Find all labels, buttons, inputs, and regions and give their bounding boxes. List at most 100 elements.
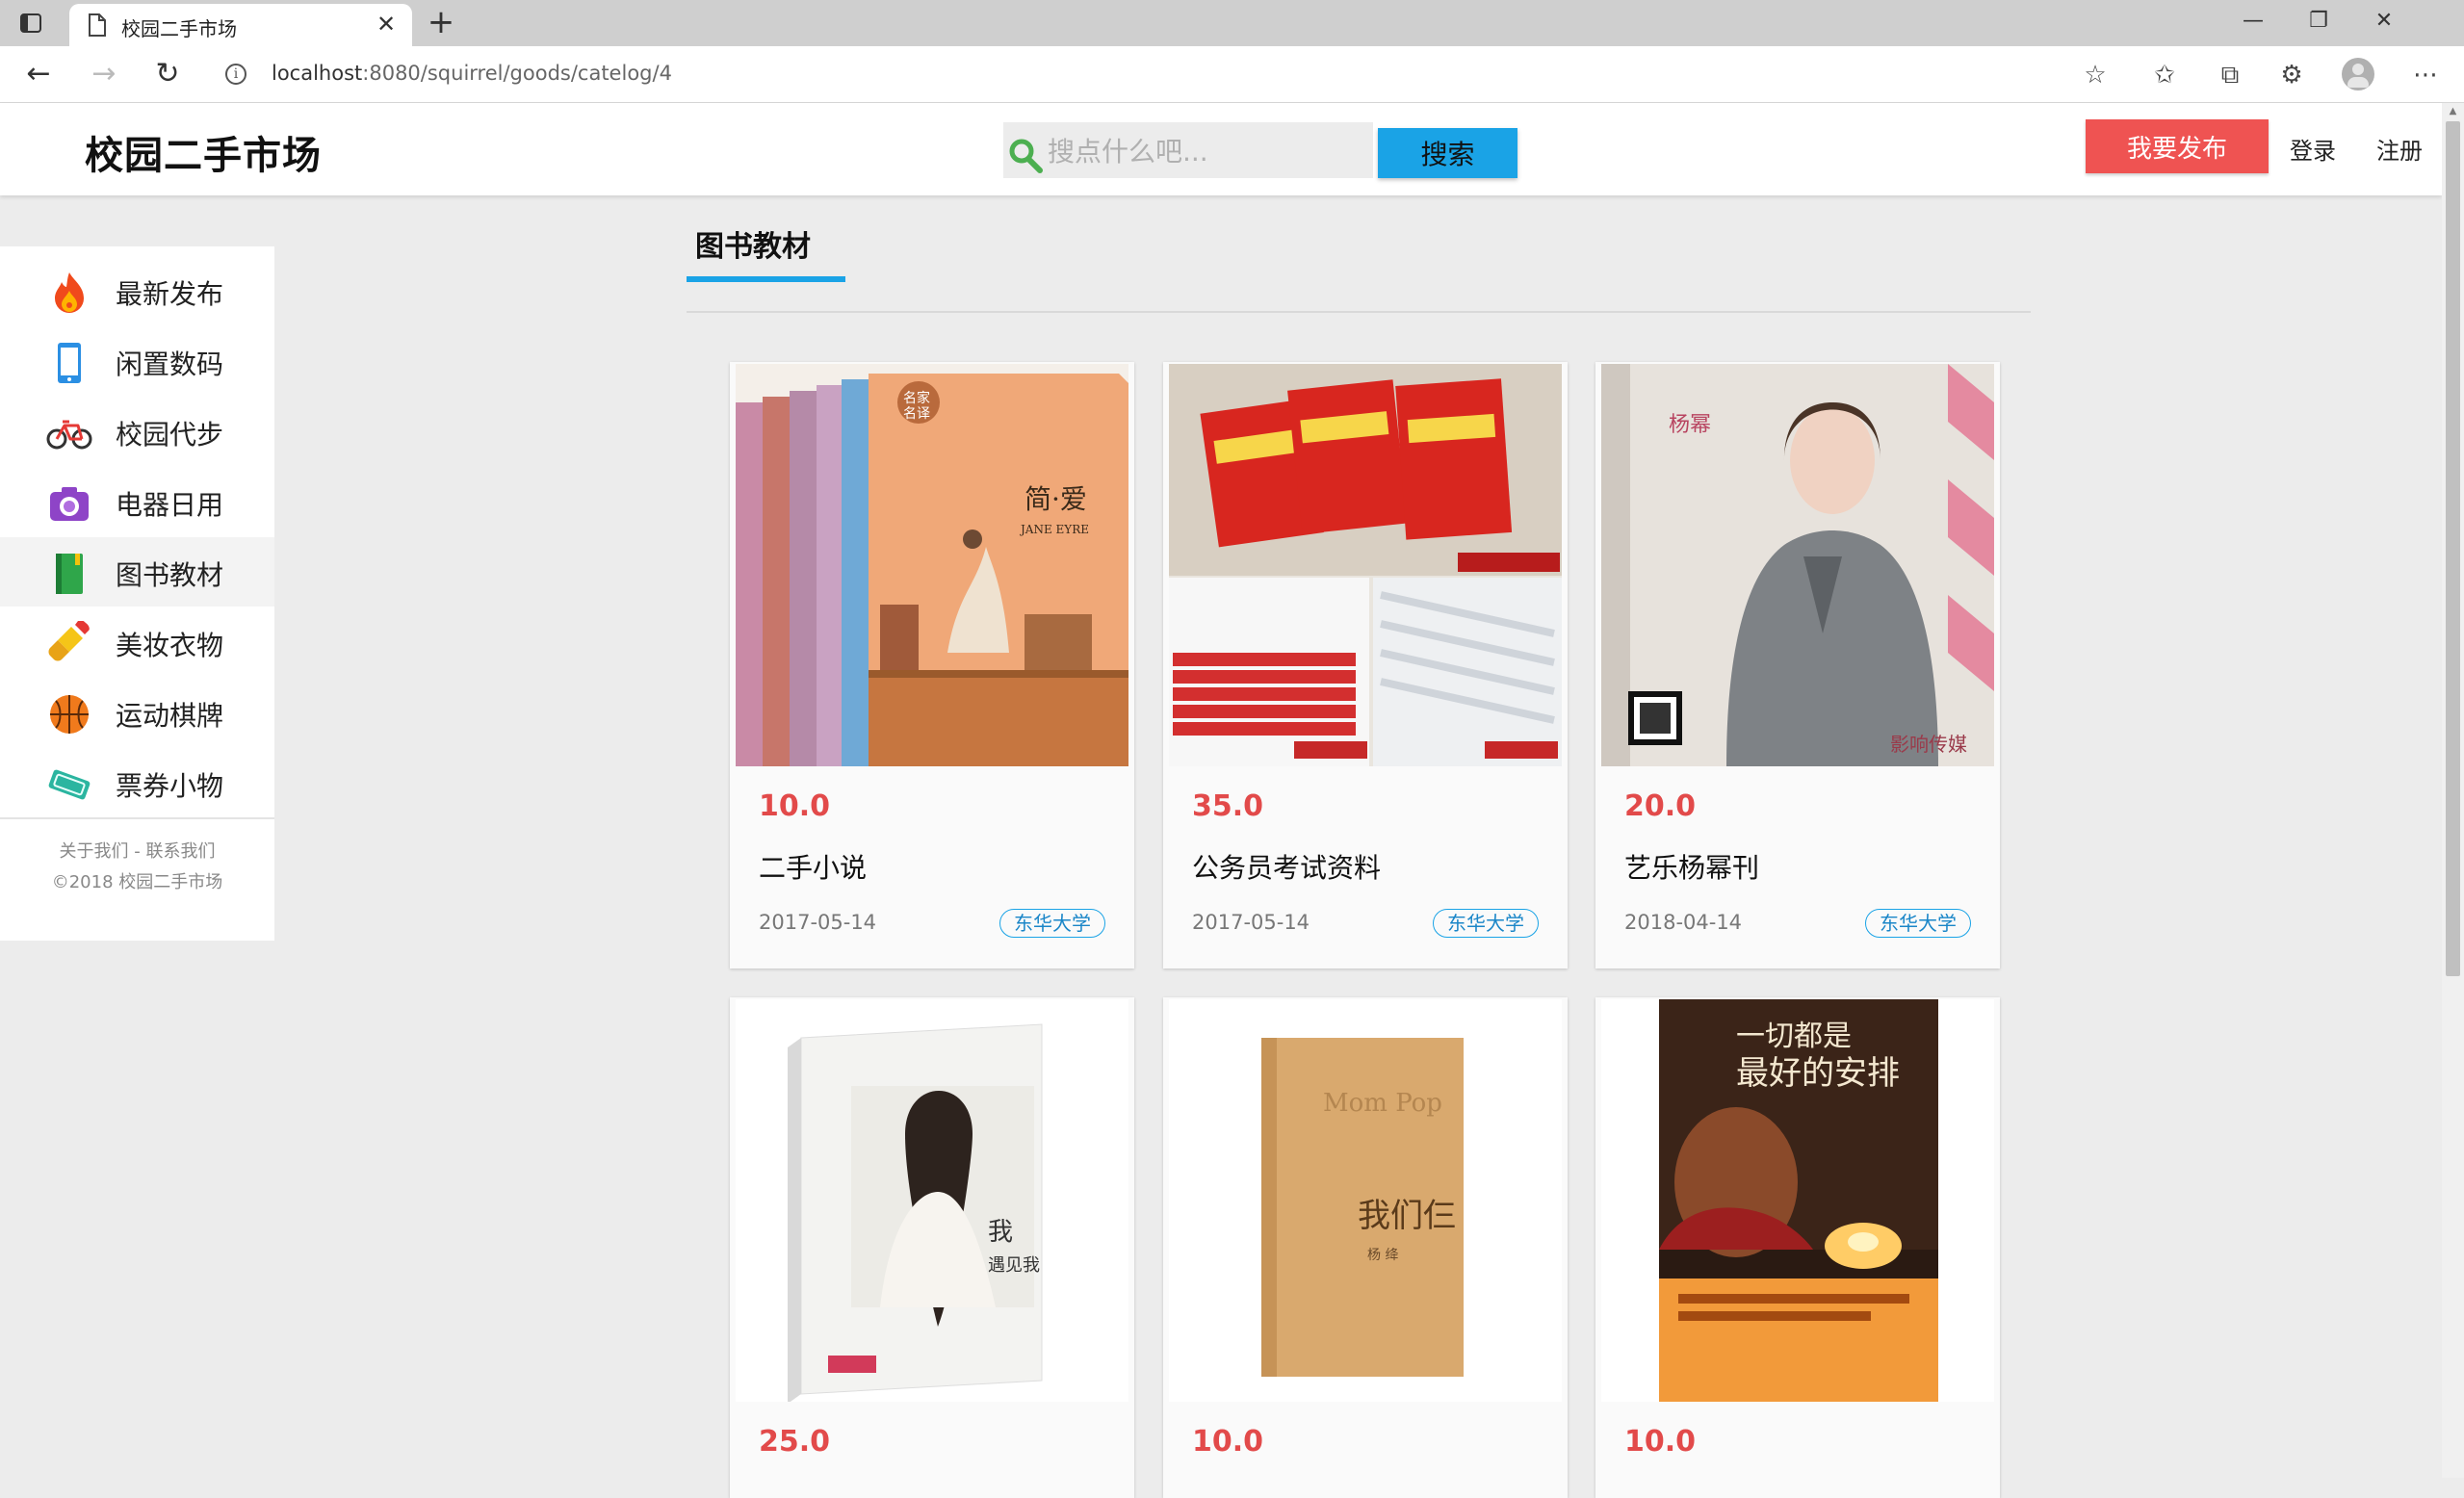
sidebar-item-digital[interactable]: 闲置数码 bbox=[0, 326, 274, 396]
sidebar-divider bbox=[0, 817, 274, 819]
divider bbox=[687, 311, 2031, 313]
goods-price: 10.0 bbox=[1624, 1425, 1697, 1459]
category-title: 图书教材 bbox=[695, 230, 811, 264]
svg-text:杨 绛: 杨 绛 bbox=[1367, 1248, 1398, 1263]
goods-card[interactable]: 一切都是 最好的安排 10.0 bbox=[1595, 997, 2000, 1498]
tab-title: 校园二手市场 bbox=[121, 17, 237, 40]
browser-tab[interactable]: 校园二手市场 ✕ bbox=[69, 4, 412, 46]
sidebar-item-tickets[interactable]: 票券小物 bbox=[0, 748, 274, 817]
product-image: Mom Pop 我们仨 杨 绛 bbox=[1169, 999, 1562, 1402]
goods-price: 20.0 bbox=[1624, 789, 1697, 823]
svg-text:最好的安排: 最好的安排 bbox=[1736, 1054, 1900, 1093]
search-icon bbox=[1009, 139, 1043, 173]
school-badge: 东华大学 bbox=[999, 909, 1105, 938]
scrollbar-thumb[interactable] bbox=[2446, 121, 2460, 976]
reload-icon[interactable]: ↻ bbox=[150, 58, 185, 92]
scroll-up-icon[interactable]: ▲ bbox=[2446, 106, 2460, 117]
svg-text:遇见我: 遇见我 bbox=[988, 1255, 1040, 1276]
sidebar-item-label: 票券小物 bbox=[116, 770, 224, 802]
address-bar[interactable]: i localhost:8080/squirrel/goods/catelog/… bbox=[210, 55, 2131, 93]
page-icon bbox=[89, 13, 106, 37]
site-info-icon[interactable]: i bbox=[225, 64, 246, 85]
goods-date: 2018-04-14 bbox=[1624, 911, 1743, 934]
collections-icon[interactable]: ⧉ bbox=[2215, 60, 2245, 90]
goods-card[interactable]: Mom Pop 我们仨 杨 绛 10.0 bbox=[1163, 997, 1568, 1498]
minimize-icon[interactable]: — bbox=[2220, 0, 2286, 42]
basketball-icon bbox=[50, 695, 89, 734]
sidebar-item-label: 美妆衣物 bbox=[116, 630, 224, 661]
sidebar-item-label: 运动棋牌 bbox=[116, 700, 224, 732]
goods-card[interactable]: 35.0 公务员考试资料 2017-05-14 东华大学 bbox=[1163, 362, 1568, 969]
browser-tabstrip: 校园二手市场 ✕ + — ❐ ✕ bbox=[0, 0, 2464, 46]
close-tab-icon[interactable]: ✕ bbox=[374, 12, 399, 37]
lipstick-icon bbox=[48, 621, 90, 661]
product-image: 杨幂 影响传媒 bbox=[1601, 364, 1994, 766]
product-image: 简·爱 JANE EYRE 名家 名译 bbox=[736, 364, 1128, 766]
sidebar-item-latest[interactable]: 最新发布 bbox=[0, 256, 274, 325]
search-button[interactable]: 搜索 bbox=[1378, 128, 1517, 178]
svg-text:JANE EYRE: JANE EYRE bbox=[1019, 523, 1089, 536]
svg-text:简·爱: 简·爱 bbox=[1025, 483, 1087, 515]
window-menu-icon[interactable] bbox=[19, 12, 42, 35]
about-contact-links[interactable]: 关于我们 - 联系我们 bbox=[0, 838, 274, 863]
goods-name[interactable]: 公务员考试资料 bbox=[1192, 847, 1381, 886]
svg-text:杨幂: 杨幂 bbox=[1669, 413, 1711, 437]
goods-price: 10.0 bbox=[759, 789, 831, 823]
svg-text:影响传媒: 影响传媒 bbox=[1890, 733, 1967, 756]
product-image bbox=[1169, 364, 1562, 766]
goods-date: 2017-05-14 bbox=[1192, 911, 1310, 934]
back-icon[interactable]: ← bbox=[21, 58, 56, 92]
sidebar-item-label: 闲置数码 bbox=[116, 349, 224, 380]
svg-text:我们仨: 我们仨 bbox=[1358, 1197, 1456, 1235]
goods-price: 25.0 bbox=[759, 1425, 831, 1459]
category-sidebar: 最新发布 闲置数码 校园代步 电器日用 图书教材 美妆衣物 运动棋牌 票券小物 … bbox=[0, 246, 274, 941]
new-tab-icon[interactable]: + bbox=[426, 6, 456, 39]
goods-name[interactable]: 二手小说 bbox=[759, 847, 867, 886]
profile-icon[interactable] bbox=[2342, 58, 2374, 90]
flame-icon bbox=[55, 272, 84, 313]
ticket-icon bbox=[48, 769, 91, 800]
svg-text:一切都是: 一切都是 bbox=[1736, 1020, 1852, 1053]
svg-text:Mom Pop: Mom Pop bbox=[1323, 1089, 1442, 1118]
sidebar-item-transport[interactable]: 校园代步 bbox=[0, 397, 274, 466]
goods-price: 35.0 bbox=[1192, 789, 1264, 823]
browser-toolbar: ← → ↻ i localhost:8080/squirrel/goods/ca… bbox=[0, 46, 2464, 103]
goods-card[interactable]: 我 遇见我 25.0 bbox=[730, 997, 1134, 1498]
product-image: 我 遇见我 bbox=[736, 999, 1128, 1402]
product-image: 一切都是 最好的安排 bbox=[1601, 999, 1994, 1402]
site-logo[interactable]: 校园二手市场 bbox=[85, 124, 322, 180]
add-favorite-icon[interactable]: ☆ bbox=[2080, 60, 2111, 90]
search-input[interactable] bbox=[1046, 122, 1367, 180]
sidebar-item-label: 最新发布 bbox=[116, 278, 224, 310]
sidebar-item-cosmetics[interactable]: 美妆衣物 bbox=[0, 607, 274, 677]
bicycle-icon bbox=[46, 420, 92, 450]
favorites-icon[interactable]: ✩ bbox=[2149, 60, 2180, 90]
sidebar-item-sports[interactable]: 运动棋牌 bbox=[0, 678, 274, 747]
register-link[interactable]: 注册 bbox=[2376, 132, 2423, 166]
login-link[interactable]: 登录 bbox=[2290, 132, 2336, 166]
goods-card[interactable]: 杨幂 影响传媒 20.0 艺乐杨幂刊 2018-04-14 东华大学 bbox=[1595, 362, 2000, 969]
sidebar-item-books[interactable]: 图书教材 bbox=[0, 537, 274, 607]
sidebar-item-label: 校园代步 bbox=[116, 419, 224, 451]
goods-card[interactable]: 简·爱 JANE EYRE 名家 名译 10.0 二手小说 2017-05-14… bbox=[730, 362, 1134, 969]
site-header: 校园二手市场 搜索 我要发布 登录 注册 bbox=[0, 103, 2442, 195]
svg-text:名译: 名译 bbox=[903, 406, 930, 422]
goods-name[interactable]: 艺乐杨幂刊 bbox=[1624, 847, 1759, 886]
sidebar-item-appliances[interactable]: 电器日用 bbox=[0, 467, 274, 536]
school-badge: 东华大学 bbox=[1865, 909, 1971, 938]
svg-text:我: 我 bbox=[988, 1218, 1013, 1247]
sidebar-item-label: 图书教材 bbox=[116, 559, 224, 591]
book-icon bbox=[56, 554, 83, 594]
goods-price: 10.0 bbox=[1192, 1425, 1264, 1459]
publish-button[interactable]: 我要发布 bbox=[2086, 119, 2269, 173]
forward-icon[interactable]: → bbox=[87, 58, 121, 92]
search-box bbox=[1003, 122, 1373, 180]
camera-icon bbox=[50, 487, 89, 521]
copyright: ©2018 校园二手市场 bbox=[51, 872, 223, 892]
more-menu-icon[interactable]: ⋯ bbox=[2410, 60, 2441, 90]
close-window-icon[interactable]: ✕ bbox=[2351, 0, 2417, 42]
restore-icon[interactable]: ❐ bbox=[2286, 0, 2351, 42]
sidebar-item-label: 电器日用 bbox=[116, 489, 224, 521]
category-underline bbox=[687, 276, 845, 282]
extensions-icon[interactable]: ⚙ bbox=[2276, 60, 2307, 90]
